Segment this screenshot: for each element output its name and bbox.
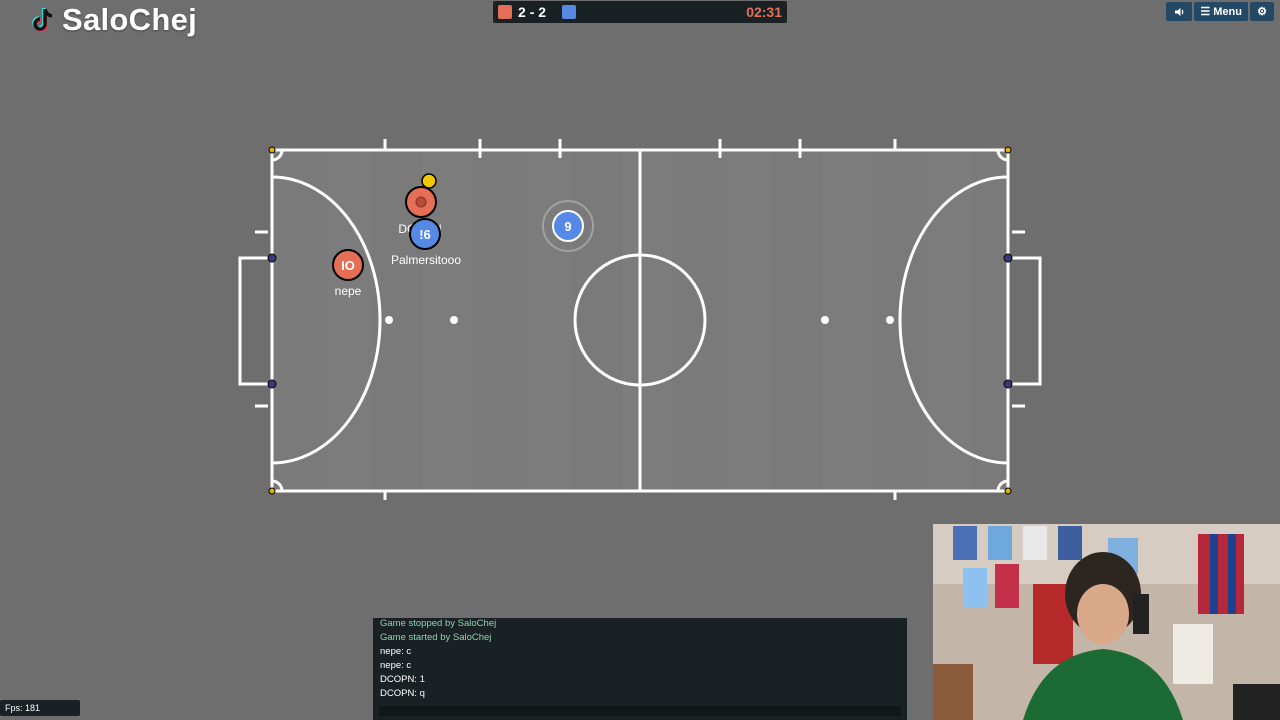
chat-message: DCOPN: q bbox=[380, 688, 425, 699]
chat-input[interactable] bbox=[379, 706, 901, 716]
player-dcopn bbox=[405, 186, 437, 218]
player-name-nepe: nepe bbox=[335, 284, 362, 298]
chat-message: DCOPN: 1 bbox=[380, 674, 425, 685]
player-name-palmersitooo: Palmersitooo bbox=[391, 253, 461, 267]
player-number-nepe: IO bbox=[341, 258, 355, 273]
chat-message: nepe: c bbox=[380, 660, 412, 671]
chat-message: nepe: c bbox=[380, 646, 412, 657]
player-nepe: IO bbox=[332, 249, 364, 281]
ball bbox=[421, 173, 437, 189]
chat-message: Game started by SaloChej bbox=[380, 632, 492, 643]
player-number-9: 9 bbox=[564, 219, 571, 234]
chat-message: Game stopped by SaloChej bbox=[380, 618, 497, 629]
chat-panel: Game stopped by SaloChej Game started by… bbox=[373, 618, 907, 720]
player-number-palmersitooo: !6 bbox=[419, 227, 431, 242]
webcam-feed bbox=[933, 524, 1280, 720]
player-palmersitooo: !6 bbox=[409, 218, 441, 250]
fps-counter: Fps: 181 bbox=[0, 700, 80, 716]
webcam-overlay bbox=[933, 524, 1280, 720]
